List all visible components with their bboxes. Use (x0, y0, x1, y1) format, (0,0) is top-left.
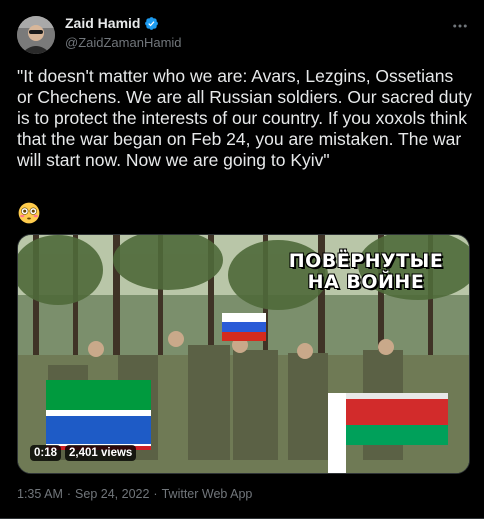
video-views: 2,401 views (65, 445, 137, 461)
video-overlay-caption: ПОВЁРНУТЫЕ НА ВОЙНЕ (288, 250, 444, 293)
video-duration: 0:18 (30, 445, 62, 461)
display-name[interactable]: Zaid Hamid (65, 15, 140, 31)
tweet-metadata: 1:35 AM · Sep 24, 2022 · Twitter Web App (17, 487, 252, 501)
meta-separator: · (66, 487, 72, 501)
author-handle[interactable]: @ZaidZamanHamid (65, 35, 182, 50)
tweet-date[interactable]: Sep 24, 2022 (75, 487, 149, 501)
avatar[interactable] (17, 16, 55, 54)
video-player[interactable]: ПОВЁРНУТЫЕ НА ВОЙНЕ 0:18 2,401 views (17, 234, 470, 474)
more-options-icon[interactable] (448, 14, 472, 38)
verified-badge-icon (145, 16, 159, 30)
tweet-time[interactable]: 1:35 AM (17, 487, 63, 501)
avatar-icon (17, 16, 55, 54)
meta-separator: · (153, 487, 158, 501)
flushed-face-emoji (18, 202, 40, 224)
tweet-card: Zaid Hamid @ZaidZamanHamid "It doesn't m… (0, 0, 484, 519)
tweet-text: "It doesn't matter who we are: Avars, Le… (17, 66, 477, 170)
video-meta: 0:18 2,401 views (30, 445, 137, 461)
author-name-row[interactable]: Zaid Hamid (65, 15, 159, 31)
tweet-source: Twitter Web App (161, 487, 253, 501)
